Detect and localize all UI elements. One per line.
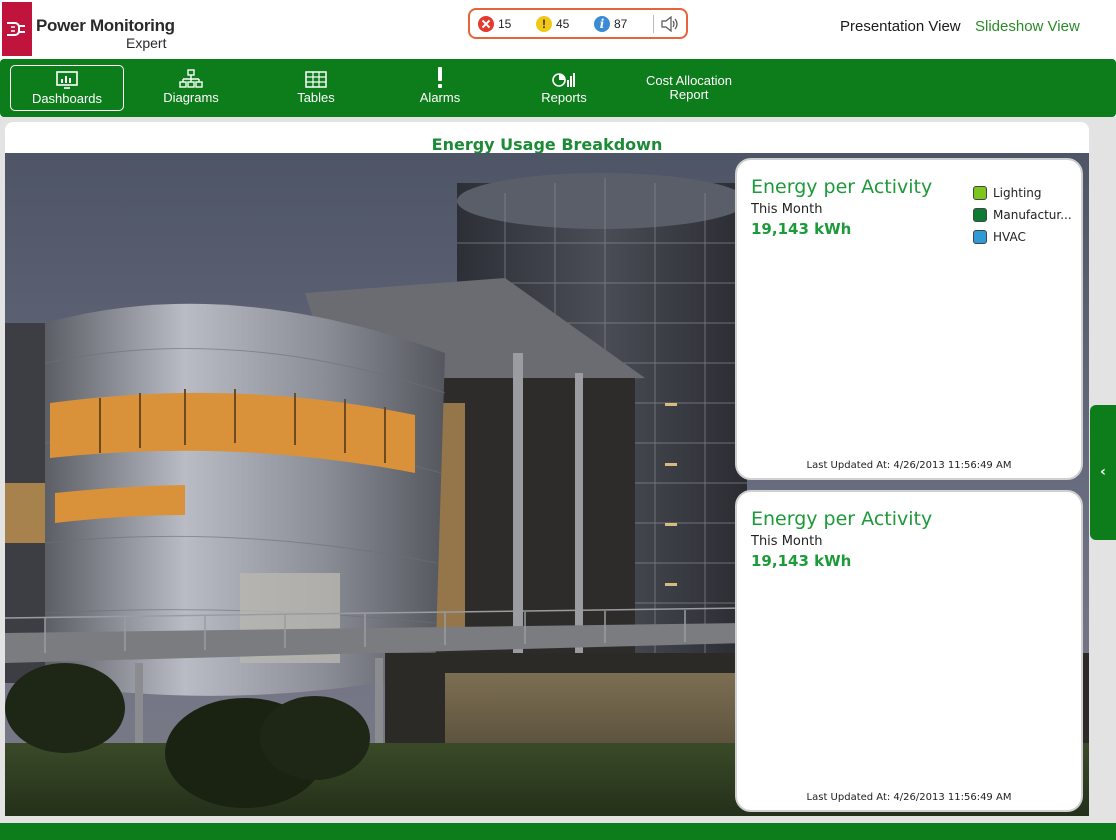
footer-bar [0,823,1116,840]
nav-label: Alarms [419,90,461,105]
nav-diagrams[interactable]: Diagrams [150,65,232,111]
app-logo: Power Monitoring Expert [2,2,182,56]
table-icon [305,71,327,88]
legend-swatch [973,230,987,244]
card-value: 19,143 kWh [751,552,852,570]
legend-item-lighting[interactable]: Lighting [973,182,1072,204]
nav-label-line2: Report [669,87,709,102]
nav-dashboards[interactable]: Dashboards [10,65,124,111]
presentation-view-link[interactable]: Presentation View [840,18,961,35]
alarm-summary[interactable]: 15 45 87 [468,8,688,39]
card-period: This Month [751,202,823,217]
card-value: 19,143 kWh [751,220,852,238]
error-alarm-count[interactable]: 15 [478,15,511,33]
error-icon [478,16,494,32]
legend-label: HVAC [993,230,1026,244]
legend-swatch [973,186,987,200]
energy-per-activity-card[interactable]: Energy per Activity This Month 19,143 kW… [735,158,1083,480]
legend-label: Lighting [993,186,1042,200]
slideshow-view-link[interactable]: Slideshow View [975,18,1080,35]
diagram-icon [179,69,203,88]
nav-label-line1: Cost Allocation [646,73,732,88]
nav-label: Diagrams [163,90,219,105]
logo-subtitle: Expert [126,35,167,51]
nav-tables[interactable]: Tables [280,65,352,111]
card-title: Energy per Activity [751,176,933,198]
info-icon [594,16,610,32]
top-header: Power Monitoring Expert 15 45 87 Present… [0,0,1116,58]
plug-icon [7,22,25,36]
legend-label: Manufactur... [993,208,1072,222]
last-updated: Last Updated At: 4/26/2013 11:56:49 AM [806,792,1012,803]
chart-legend: Lighting Manufactur... HVAC [973,182,1072,248]
energy-per-activity-card[interactable]: Energy per Activity This Month 19,143 kW… [735,490,1083,812]
nav-label: Dashboards [31,91,103,106]
nav-alarms[interactable]: Alarms [404,65,476,111]
legend-item-hvac[interactable]: HVAC [973,226,1072,248]
speaker-icon[interactable] [660,15,680,33]
chevron-left-icon: ‹ [1100,464,1106,480]
alarm-divider [653,15,654,33]
warning-icon [536,16,552,32]
alarm-icon [438,67,442,88]
warning-count: 45 [556,17,570,31]
dashboard-panel: Energy Usage Breakdown Energy per Activi… [5,122,1089,816]
collapse-panel-tab[interactable]: ‹ [1090,405,1116,540]
warning-alarm-count[interactable]: 45 [536,15,569,33]
legend-item-manufacturing[interactable]: Manufactur... [973,204,1072,226]
last-updated: Last Updated At: 4/26/2013 11:56:49 AM [806,460,1012,471]
card-title: Energy per Activity [751,508,933,530]
logo-title: Power Monitoring [36,16,175,35]
legend-swatch [973,208,987,222]
main-nav: Dashboards Diagrams Tables Alarms Report… [0,59,1116,117]
reports-icon [552,73,575,87]
dashboard-title: Energy Usage Breakdown [431,135,663,154]
info-alarm-count[interactable]: 87 [594,15,627,33]
logo-mark [2,2,32,56]
card-period: This Month [751,534,823,549]
nav-label: Tables [297,90,335,105]
nav-label: Reports [541,90,587,105]
nav-cost-allocation-report[interactable]: Cost Allocation Report [632,74,746,120]
error-count: 15 [498,17,512,31]
nav-reports[interactable]: Reports [528,65,600,111]
info-count: 87 [614,17,628,31]
dashboard-icon [56,71,78,89]
